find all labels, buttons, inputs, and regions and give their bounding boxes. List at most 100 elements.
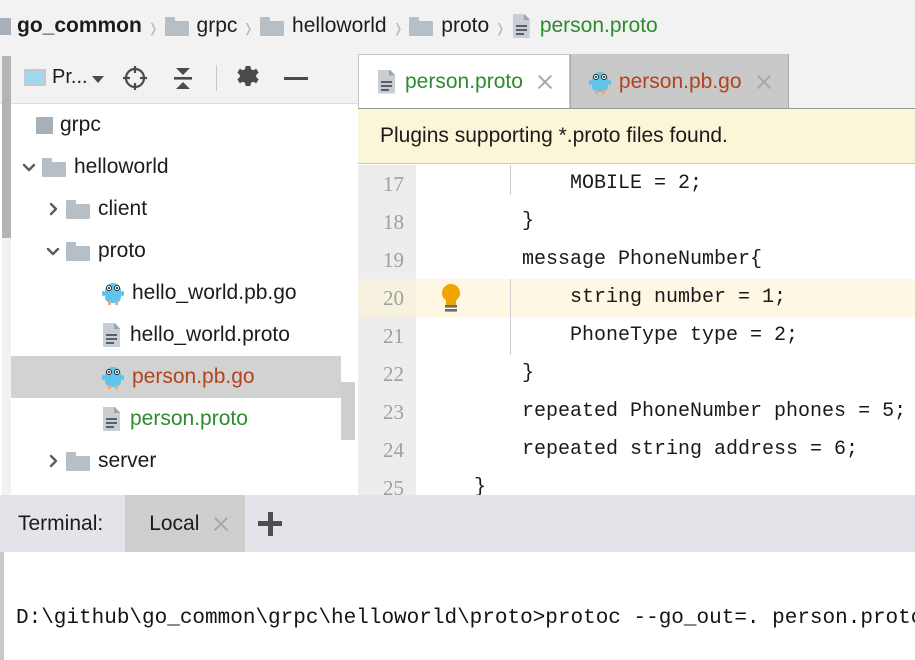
folder-icon: [42, 157, 66, 177]
intention-bulb-icon[interactable]: [438, 282, 464, 312]
breadcrumb-separator-icon: ›: [497, 7, 504, 45]
breadcrumb-separator-icon: ›: [394, 7, 401, 45]
proto-file-icon: [102, 323, 122, 347]
toolbar-divider: [215, 64, 217, 91]
tree-item-person-pb-go[interactable]: person.pb.go: [10, 356, 350, 398]
tree-item-person-proto[interactable]: person.proto: [10, 398, 350, 440]
plugin-notification-banner[interactable]: Plugins supporting *.proto files found.: [358, 108, 915, 164]
chevron-right-icon[interactable]: [40, 196, 66, 222]
project-sidebar: Pr... grpc helloworld client proto hello…: [0, 52, 358, 545]
gear-icon[interactable]: [231, 61, 265, 95]
terminal-panel: Terminal: Local D:\github\go_common\grpc…: [0, 495, 915, 660]
project-tree: grpc helloworld client proto hello_world…: [10, 104, 350, 484]
terminal-output[interactable]: D:\github\go_common\grpc\helloworld\prot…: [0, 552, 915, 660]
line-number: 25: [383, 476, 404, 495]
line-number: 17: [383, 172, 404, 196]
code-line: }: [474, 476, 487, 495]
proto-file-icon: [377, 69, 397, 94]
module-icon: [0, 17, 11, 35]
terminal-tab-label: Local: [149, 511, 200, 535]
chevron-right-icon[interactable]: [40, 448, 66, 474]
project-view-selector[interactable]: Pr...: [24, 66, 104, 89]
tree-item-label: client: [98, 197, 148, 220]
line-number: 22: [383, 362, 404, 386]
terminal-command-line: D:\github\go_common\grpc\helloworld\prot…: [16, 607, 915, 630]
code-row: [358, 203, 915, 241]
editor-pane: person.proto person.pb.go Plugins suppor…: [358, 52, 915, 495]
go-file-icon: [102, 281, 124, 305]
code-row: [358, 469, 915, 495]
code-line: message PhoneNumber{: [474, 248, 763, 271]
line-number: 20: [383, 286, 404, 310]
line-number: 19: [383, 248, 404, 272]
folder-icon: [66, 199, 90, 219]
breadcrumb-label: grpc: [196, 14, 238, 37]
line-number: 18: [383, 210, 404, 234]
locate-in-tree-icon[interactable]: [118, 61, 152, 95]
breadcrumb-item-proto[interactable]: proto: [407, 0, 491, 52]
breadcrumb-item-grpc[interactable]: grpc: [163, 0, 240, 52]
collapse-all-icon[interactable]: [166, 61, 200, 95]
tree-item-server[interactable]: server: [10, 440, 350, 482]
chevron-down-icon[interactable]: [16, 154, 42, 180]
tree-item-label: server: [98, 449, 157, 472]
chevron-down-icon[interactable]: [40, 238, 66, 264]
folder-icon: [66, 451, 90, 471]
window-scrollbar-thumb[interactable]: [2, 56, 11, 238]
proto-file-icon: [102, 407, 122, 431]
breadcrumb-item-person-proto[interactable]: person.proto: [510, 0, 660, 52]
close-icon[interactable]: [535, 72, 555, 92]
breadcrumb-label: go_common: [17, 14, 142, 37]
code-line: }: [474, 210, 535, 233]
code-line: MOBILE = 2;: [474, 172, 703, 195]
code-editor[interactable]: 17 18 19 20 21 22 23 24 25 MOBILE = 2; }…: [358, 165, 915, 495]
code-line: }: [474, 362, 535, 385]
tree-item-grpc[interactable]: grpc: [10, 104, 350, 146]
tree-item-label: hello_world.proto: [130, 323, 290, 346]
tree-item-hello-world-proto[interactable]: hello_world.proto: [10, 314, 350, 356]
hide-icon[interactable]: [279, 61, 313, 95]
tree-item-label: person.pb.go: [132, 365, 255, 388]
go-file-icon: [588, 70, 611, 94]
chevron-down-icon: [91, 76, 104, 83]
tree-item-label: hello_world.pb.go: [132, 281, 297, 304]
notification-text: Plugins supporting *.proto files found.: [380, 124, 728, 147]
folder-icon: [409, 16, 434, 36]
tree-item-label: grpc: [60, 113, 101, 136]
tab-person-proto[interactable]: person.proto: [358, 54, 570, 108]
breadcrumb-item-helloworld[interactable]: helloworld: [258, 0, 389, 52]
module-icon: [36, 116, 53, 134]
tab-label: person.pb.go: [618, 69, 742, 93]
code-line: repeated PhoneNumber phones = 5;: [474, 400, 907, 423]
tab-person-pb-go[interactable]: person.pb.go: [569, 54, 789, 108]
tree-item-hello-world-pb-go[interactable]: hello_world.pb.go: [10, 272, 350, 314]
line-number: 24: [383, 438, 404, 462]
tree-item-proto[interactable]: proto: [10, 230, 350, 272]
tab-label: person.proto: [405, 69, 523, 93]
close-icon[interactable]: [754, 72, 774, 92]
code-line: repeated string address = 6;: [474, 438, 859, 461]
project-toolbar: Pr...: [0, 52, 358, 104]
tree-scrollbar-thumb[interactable]: [341, 382, 355, 440]
line-number: 21: [383, 324, 404, 348]
code-line: string number = 1;: [474, 286, 787, 309]
breadcrumb-separator-icon: ›: [150, 7, 157, 45]
new-terminal-button[interactable]: [245, 495, 295, 552]
tree-item-label: helloworld: [74, 155, 169, 178]
terminal-tab-local[interactable]: Local: [125, 495, 246, 552]
folder-icon: [66, 241, 90, 261]
breadcrumb-label: helloworld: [292, 14, 387, 37]
breadcrumb-separator-icon: ›: [245, 7, 252, 45]
line-number: 23: [383, 400, 404, 424]
go-file-icon: [102, 365, 124, 389]
proto-file-icon: [512, 14, 532, 38]
project-view-icon: [24, 69, 46, 86]
project-view-label: Pr...: [52, 66, 88, 88]
breadcrumb-label: proto: [441, 14, 490, 37]
tree-item-client[interactable]: client: [10, 188, 350, 230]
close-icon[interactable]: [211, 514, 231, 534]
breadcrumb: go_common › grpc › helloworld › proto › …: [0, 0, 915, 52]
tree-item-helloworld[interactable]: helloworld: [10, 146, 350, 188]
breadcrumb-item-go-common[interactable]: go_common: [0, 0, 144, 52]
tree-item-label: proto: [98, 239, 146, 262]
